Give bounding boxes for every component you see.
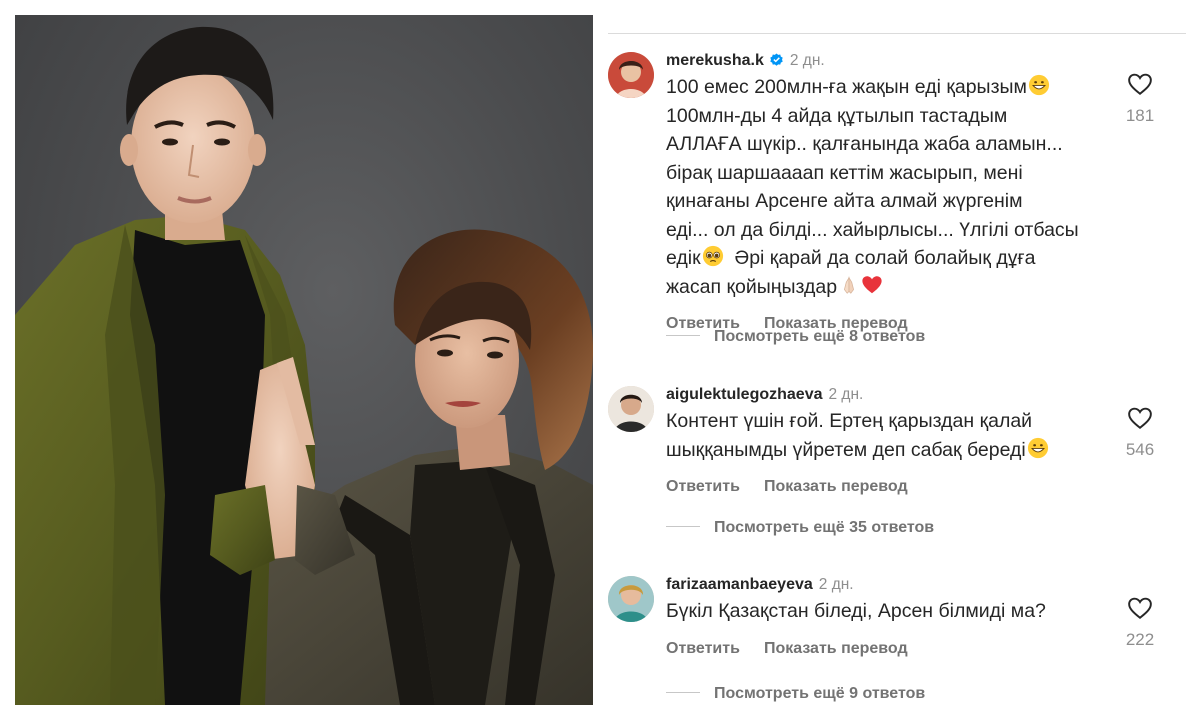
avatar[interactable] <box>608 576 654 622</box>
red-heart-emoji <box>862 275 882 293</box>
like-count: 181 <box>1125 106 1155 125</box>
replies-line <box>666 335 700 336</box>
couple-portrait-image <box>15 26 593 705</box>
replies-line <box>666 526 700 527</box>
comment-time: 2 дн. <box>818 576 854 593</box>
like-control: 546 <box>1110 406 1170 460</box>
reply-button[interactable]: Ответить <box>666 478 740 495</box>
view-more-replies-button[interactable]: Посмотреть ещё 35 ответов <box>666 518 1086 538</box>
verified-badge-icon <box>770 53 783 66</box>
grinning-face-emoji <box>1028 74 1050 96</box>
grinning-face-emoji <box>1027 437 1048 458</box>
heart-outline-icon[interactable] <box>1127 406 1153 430</box>
avatar[interactable] <box>608 52 654 98</box>
comment-actions: Ответить Показать перевод <box>666 477 1106 497</box>
view-more-replies-button[interactable]: Посмотреть ещё 9 ответов <box>666 684 1086 704</box>
comment-text: Контент үшін ғой. Ертең қарыздан қалай ш… <box>666 407 1106 464</box>
pleading-face-emoji <box>702 245 723 267</box>
folded-hands-emoji <box>844 275 855 294</box>
comment-time: 2 дн. <box>789 52 825 69</box>
reply-button[interactable]: Ответить <box>666 640 740 657</box>
show-translation-button[interactable]: Показать перевод <box>764 478 908 495</box>
like-control: 181 <box>1110 72 1170 126</box>
comment-text: 100 емес 200млн-ға жақын еді қарызым 100… <box>666 74 1079 298</box>
comment-username[interactable]: merekusha.k <box>666 52 764 69</box>
like-control: 222 <box>1110 596 1170 650</box>
comment-time: 2 дн. <box>828 386 864 403</box>
replies-line <box>666 692 700 693</box>
comments-top-divider <box>608 33 1186 34</box>
comment-actions: Ответить Показать перевод <box>666 639 1106 659</box>
like-count: 222 <box>1125 630 1155 649</box>
comment-username[interactable]: farizaamanbaeyeva <box>666 576 813 593</box>
comment-username[interactable]: aigulektulegozhaeva <box>666 386 823 403</box>
show-translation-button[interactable]: Показать перевод <box>764 640 908 657</box>
like-count: 546 <box>1125 440 1155 459</box>
comments-panel: merekusha.k 2 дн. 100 емес 200млн-ға жақы… <box>608 40 1186 720</box>
view-more-replies-button[interactable]: Посмотреть ещё 8 ответов <box>666 327 1086 347</box>
post-photo <box>15 15 593 705</box>
comment-text: Бүкіл Қазақстан біледі, Арсен білмиді ма… <box>666 600 1046 622</box>
heart-outline-icon[interactable] <box>1127 72 1153 96</box>
heart-outline-icon[interactable] <box>1127 596 1153 620</box>
avatar[interactable] <box>608 386 654 432</box>
